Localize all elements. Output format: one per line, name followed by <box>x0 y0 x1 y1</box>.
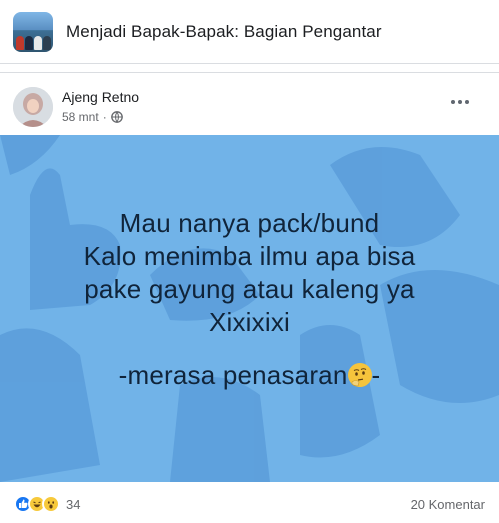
post-card: Ajeng Retno 58 mnt · Mau nanya pack/bund… <box>0 72 499 523</box>
globe-icon <box>110 111 123 123</box>
signoff-text: -merasa penasaran <box>118 360 348 390</box>
signoff-suffix: - <box>371 360 381 390</box>
post-text: Mau nanya pack/bund Kalo menimba ilmu ap… <box>0 207 499 392</box>
thinking-face-emoji <box>347 363 372 387</box>
group-thumbnail[interactable] <box>13 11 53 52</box>
comment-count[interactable]: 20 Komentar <box>411 497 485 512</box>
post-text-line: pake gayung atau kaleng ya <box>84 274 415 304</box>
thumbs-up-shape <box>170 377 270 482</box>
post-footer: 34 20 Komentar <box>0 487 499 521</box>
author-avatar[interactable] <box>13 87 53 127</box>
group-thumbnail-figure <box>16 35 24 50</box>
meta-separator: · <box>102 110 107 124</box>
more-dot <box>465 100 469 104</box>
group-thumbnail-figure <box>25 35 33 50</box>
more-dot <box>451 100 455 104</box>
thinking-face-emoji-graphic <box>348 365 371 387</box>
post-signoff: -merasa penasaran - <box>0 359 499 392</box>
group-thumbnail-figure <box>43 35 51 50</box>
more-dot <box>458 100 462 104</box>
group-thumbnail-figure <box>34 35 42 50</box>
post-meta: 58 mnt · <box>62 110 123 124</box>
post-text-line: Mau nanya pack/bund <box>119 208 380 238</box>
post-background: Mau nanya pack/bund Kalo menimba ilmu ap… <box>0 135 499 482</box>
post-text-line: Kalo menimba ilmu apa bisa <box>83 241 416 271</box>
group-title[interactable]: Menjadi Bapak-Bapak: Bagian Pengantar <box>66 22 382 42</box>
post-text-line: Xixixixi <box>208 307 291 337</box>
reactions-summary[interactable]: 34 <box>14 495 80 513</box>
author-name[interactable]: Ajeng Retno <box>62 89 139 105</box>
group-header: Menjadi Bapak-Bapak: Bagian Pengantar <box>0 0 499 64</box>
post-timestamp[interactable]: 58 mnt <box>62 110 99 124</box>
avatar-image <box>13 87 53 127</box>
wow-reaction-icon <box>42 495 60 513</box>
wow-reaction-glyph <box>47 501 55 509</box>
more-options-icon[interactable] <box>451 99 471 105</box>
reaction-count: 34 <box>66 496 81 512</box>
